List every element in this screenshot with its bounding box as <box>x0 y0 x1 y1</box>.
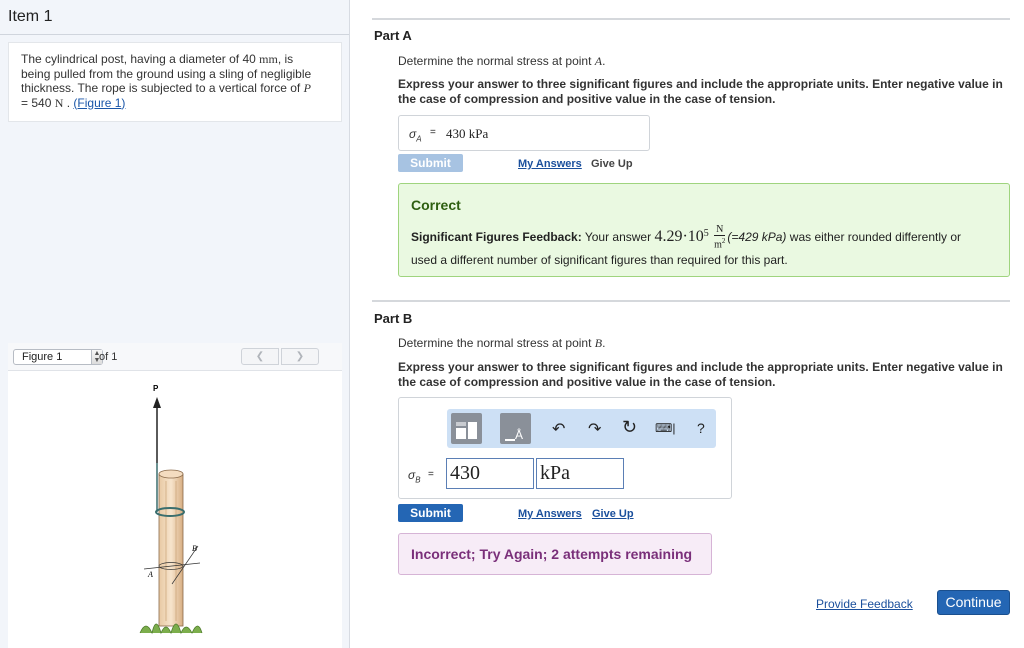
reset-icon[interactable]: ↻ <box>622 417 637 438</box>
feedback-correct-title: Correct <box>411 197 461 213</box>
force-symbol: P <box>303 81 311 95</box>
label-b: B <box>192 544 197 553</box>
part-b-give-up-link[interactable]: Give Up <box>592 508 634 520</box>
feedback-incorrect-text: Incorrect; Try Again; 2 attempts remaini… <box>411 546 693 562</box>
sig-fig-feedback: Significant Figures Feedback: Your answe… <box>411 224 961 268</box>
figure-select-value: Figure 1 <box>22 351 63 363</box>
divider <box>0 34 349 35</box>
provide-feedback-link[interactable]: Provide Feedback <box>816 597 913 611</box>
divider <box>372 18 1010 20</box>
figure-toolbar: Figure 1 ▲ ▼ of 1 ❮ ❯ <box>8 343 342 371</box>
math-toolbar: Å ↶ ↷ ↻ ⌨| ? <box>447 409 716 448</box>
units-icon[interactable]: Å <box>500 413 531 444</box>
part-b-value-input[interactable]: 430 <box>446 458 534 489</box>
problem-text-1: The cylindrical post, having a diameter … <box>21 52 256 66</box>
templates-icon[interactable] <box>451 413 482 444</box>
part-a-answer-box: σA = 430 kPa <box>398 115 650 151</box>
incorrect-feedback-box: Incorrect; Try Again; 2 attempts remaini… <box>398 533 712 575</box>
part-a-instructions: Express your answer to three significant… <box>398 77 1003 106</box>
label-p: P <box>153 384 159 393</box>
arrowhead-icon <box>153 397 161 408</box>
keyboard-icon[interactable]: ⌨| <box>655 421 675 435</box>
label-a: A <box>147 570 153 579</box>
part-a-title: Part A <box>374 28 412 43</box>
part-b-my-answers-link[interactable]: My Answers <box>518 508 582 520</box>
force-unit: N <box>54 95 64 110</box>
part-b-submit-button[interactable]: Submit <box>398 504 463 522</box>
figure-select[interactable]: Figure 1 ▲ ▼ <box>13 349 103 365</box>
figure-next-button[interactable]: ❯ <box>281 348 319 365</box>
part-b-instructions: Express your answer to three significant… <box>398 360 1003 389</box>
part-b-symbol: σB <box>408 468 421 485</box>
diameter-unit: mm <box>259 52 278 66</box>
problem-statement-box: The cylindrical post, having a diameter … <box>8 42 342 122</box>
continue-button[interactable]: Continue <box>937 590 1010 615</box>
redo-icon[interactable]: ↷ <box>588 419 601 439</box>
part-b-unit-input[interactable]: kPa <box>536 458 624 489</box>
part-a-submit-button[interactable]: Submit <box>398 154 463 172</box>
item-title: Item 1 <box>8 8 53 25</box>
part-a-my-answers-link[interactable]: My Answers <box>518 158 582 170</box>
chevron-left-icon: ❮ <box>255 351 265 362</box>
figure-link[interactable]: (Figure 1) <box>73 96 125 110</box>
divider <box>372 300 1010 302</box>
part-b-title: Part B <box>374 311 413 326</box>
post <box>158 473 184 627</box>
part-b-question: Determine the normal stress at point B. <box>398 336 606 350</box>
figure-count: of 1 <box>99 351 118 363</box>
force-value: = 540 <box>21 95 52 110</box>
help-icon[interactable]: ? <box>697 420 705 436</box>
undo-icon[interactable]: ↶ <box>552 419 565 439</box>
unit-fraction: Nm2 <box>714 224 726 251</box>
figure-prev-button[interactable]: ❮ <box>241 348 279 365</box>
part-a-question: Determine the normal stress at point A. <box>398 54 606 68</box>
post-figure: P A B <box>139 384 203 635</box>
left-panel: Item 1 The cylindrical post, having a di… <box>0 0 350 648</box>
chevron-right-icon: ❯ <box>295 351 305 362</box>
part-a-symbol: σA <box>409 127 422 144</box>
figure-panel: Figure 1 ▲ ▼ of 1 ❮ ❯ P A B <box>8 343 342 648</box>
correct-feedback-box: Correct Significant Figures Feedback: Yo… <box>398 183 1010 277</box>
problem-statement: The cylindrical post, having a diameter … <box>21 52 312 110</box>
part-a-answer-value: 430 kPa <box>446 126 489 141</box>
part-a-give-up: Give Up <box>591 158 633 170</box>
